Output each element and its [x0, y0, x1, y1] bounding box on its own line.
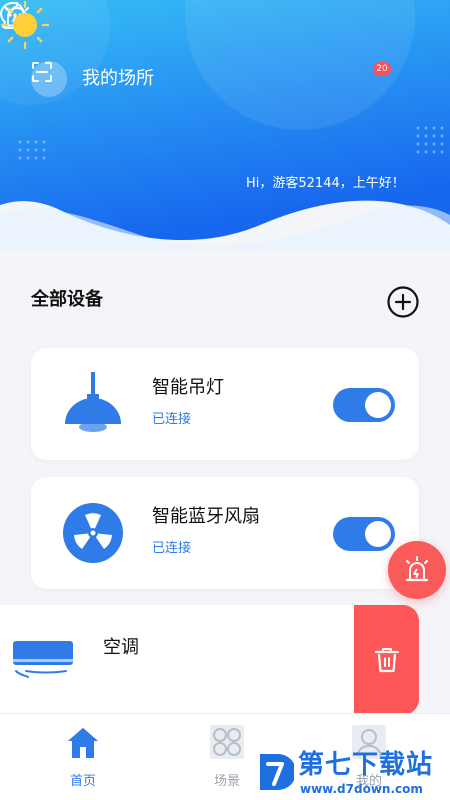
header-background — [0, 0, 450, 250]
device-row-air-conditioner[interactable]: 空调 — [0, 605, 450, 715]
d7down-logo-icon — [260, 754, 294, 790]
header: 我的场所 20 Hi，游客52144，上午好！ — [0, 0, 450, 250]
device-card-air-conditioner[interactable]: 空调 — [0, 605, 360, 715]
device-card-bluetooth-fan[interactable]: 智能蓝牙风扇 已连接 — [31, 477, 419, 589]
fan-icon — [63, 503, 123, 563]
add-device-button[interactable] — [386, 285, 420, 319]
nav-label: 场景 — [213, 774, 240, 789]
alarm-badge: 20 — [373, 62, 391, 76]
greeting-text: Hi，游客52144，上午好！ — [246, 176, 405, 191]
trash-icon — [374, 648, 399, 673]
watermark-url: www.d7down.com — [300, 782, 423, 796]
device-power-toggle[interactable] — [333, 388, 395, 422]
scene-icon — [210, 725, 244, 759]
device-status: 已连接 — [152, 541, 192, 556]
emergency-alarm-button[interactable] — [388, 541, 446, 599]
nav-tab-home[interactable]: 首页 — [48, 724, 118, 792]
scan-button[interactable] — [31, 61, 67, 97]
device-name: 智能吊灯 — [152, 377, 224, 398]
toggle-knob — [365, 521, 391, 547]
scan-icon — [32, 62, 52, 82]
sun-weather-icon — [0, 0, 50, 50]
device-name: 智能蓝牙风扇 — [152, 506, 260, 527]
all-devices-title: 全部设备 — [31, 289, 103, 310]
device-status: 已连接 — [152, 412, 192, 427]
delete-device-button[interactable] — [354, 605, 419, 715]
device-name: 空调 — [103, 637, 139, 658]
toggle-knob — [365, 392, 391, 418]
air-conditioner-icon — [13, 641, 73, 678]
device-card-pendant-lamp[interactable]: 智能吊灯 已连接 — [31, 348, 419, 460]
siren-icon — [405, 556, 429, 582]
watermark-title: 第七下载站 — [298, 750, 434, 780]
place-title[interactable]: 我的场所 — [82, 66, 154, 92]
device-power-toggle[interactable] — [333, 517, 395, 551]
nav-tab-scene[interactable]: 场景 — [192, 724, 262, 792]
nav-label: 首页 — [69, 774, 96, 789]
pendant-lamp-icon — [65, 372, 121, 432]
home-icon — [68, 728, 98, 758]
site-watermark: 第七下载站 www.d7down.com — [256, 748, 450, 800]
